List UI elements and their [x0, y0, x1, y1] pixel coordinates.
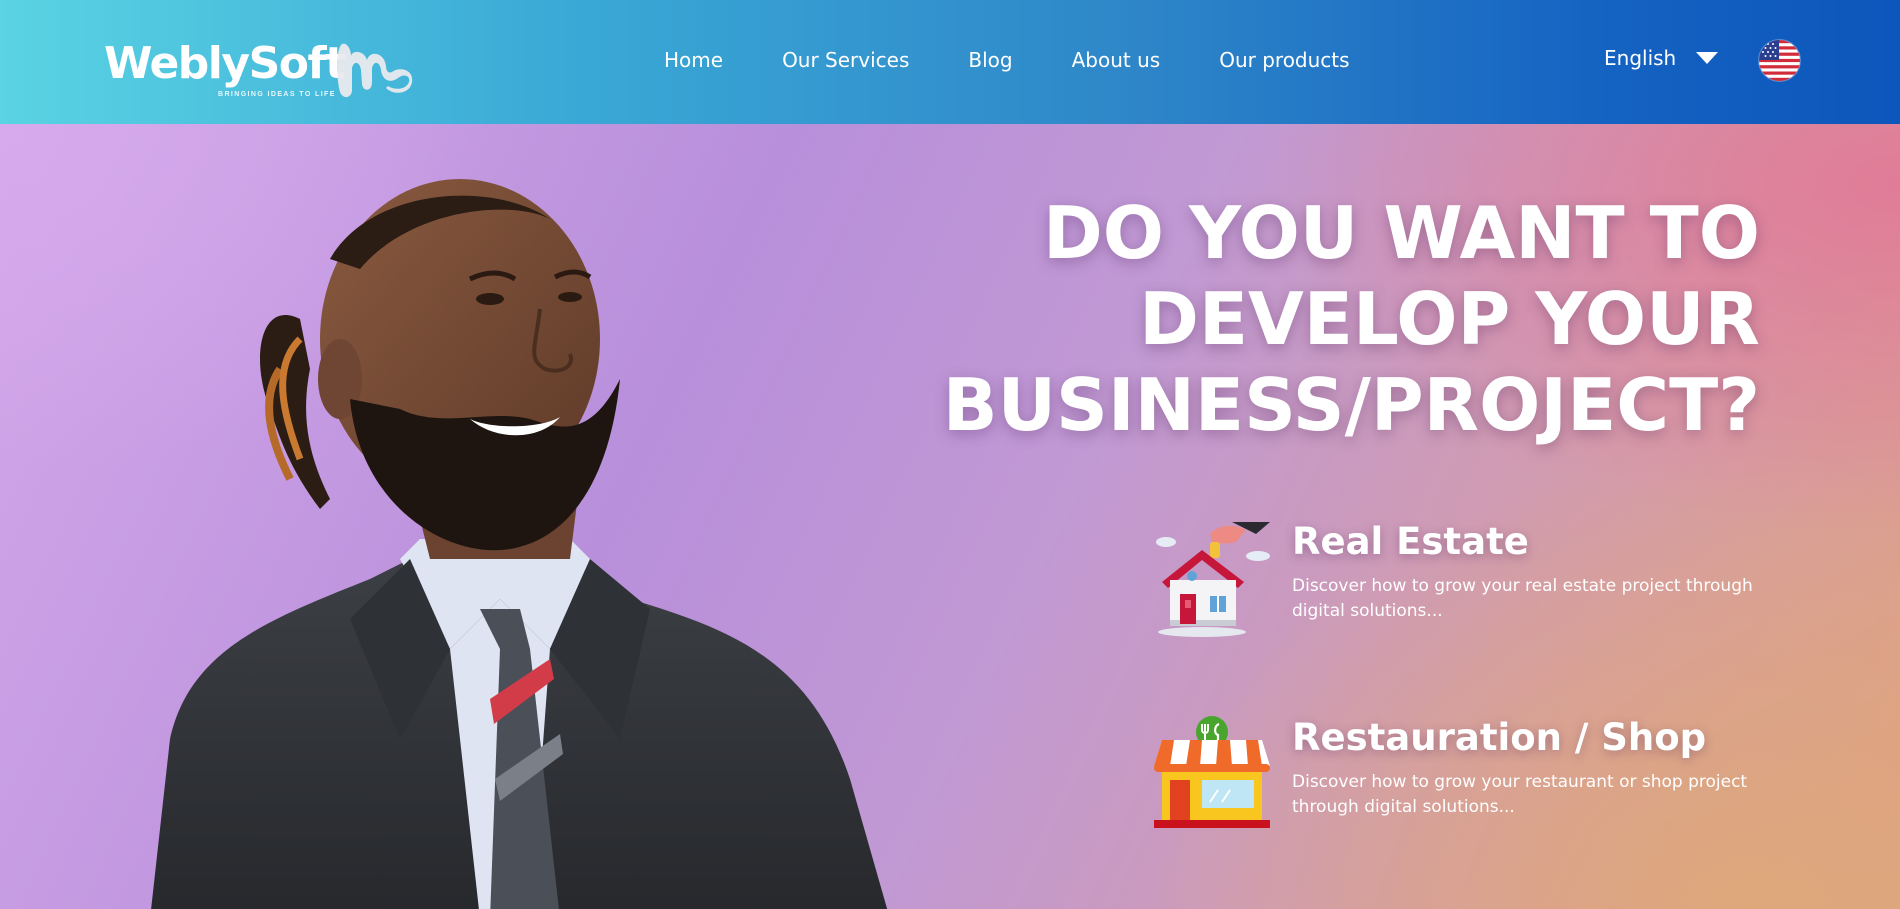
nav-blog[interactable]: Blog: [968, 48, 1012, 72]
card-title: Real Estate: [1292, 520, 1529, 563]
nav-about-us[interactable]: About us: [1072, 48, 1161, 72]
headline-line-1: DO YOU WANT TO: [1042, 191, 1760, 275]
nav-our-services[interactable]: Our Services: [782, 48, 909, 72]
headline-line-2: DEVELOP YOUR: [1139, 277, 1760, 361]
main-nav: Home Our Services Blog About us Our prod…: [664, 48, 1350, 72]
chevron-down-icon: [1696, 52, 1719, 64]
card-title: Restauration / Shop: [1292, 716, 1707, 759]
service-card-restauration-shop[interactable]: Restauration / Shop Discover how to grow…: [1152, 716, 1762, 836]
hero-headline: DO YOU WANT TO DEVELOP YOUR BUSINESS/PRO…: [880, 190, 1760, 448]
smiling-businessman-photo: [151, 179, 888, 909]
brand-tagline: BRINGING IDEAS TO LIFE: [218, 91, 336, 98]
shop-storefront-icon: [1154, 716, 1270, 828]
card-description: Discover how to grow your restaurant or …: [1292, 772, 1748, 817]
nav-our-products[interactable]: Our products: [1219, 48, 1349, 72]
language-selector[interactable]: English: [1604, 46, 1719, 70]
house-coin-icon: [1156, 522, 1270, 637]
hero-section: DO YOU WANT TO DEVELOP YOUR BUSINESS/PRO…: [0, 124, 1900, 909]
card-body: Restauration / Shop Discover how to grow…: [1292, 716, 1762, 836]
card-body: Real Estate Discover how to grow your re…: [1292, 520, 1762, 640]
nav-home[interactable]: Home: [664, 48, 723, 72]
brand-name: WeblySoft: [104, 38, 346, 89]
brand-logo[interactable]: WeblySoft BRINGING IDEAS TO LIFE: [104, 36, 413, 98]
card-description: Discover how to grow your real estate pr…: [1292, 576, 1753, 621]
logo-swoosh-icon: [337, 43, 413, 98]
site-header: WeblySoft BRINGING IDEAS TO LIFE Home Ou…: [0, 0, 1900, 124]
service-card-real-estate[interactable]: Real Estate Discover how to grow your re…: [1152, 520, 1762, 640]
us-flag-icon[interactable]: [1759, 40, 1800, 81]
language-label: English: [1604, 46, 1677, 70]
headline-line-3: BUSINESS/PROJECT?: [942, 363, 1760, 447]
